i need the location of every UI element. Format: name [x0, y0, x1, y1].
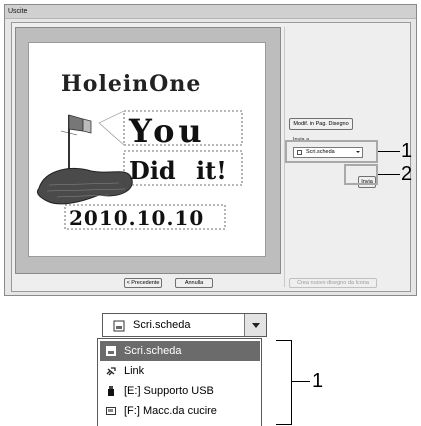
callout-number-1: 1 [401, 140, 413, 162]
chevron-down-icon[interactable] [244, 314, 266, 336]
callout-highlight-1 [285, 140, 378, 163]
modify-in-design-page-button[interactable]: Modif. in Pag. Disegno [289, 118, 353, 130]
callout-number-bottom: 1 [312, 370, 324, 392]
design-text-you: You [128, 112, 206, 150]
callout-leader-2 [378, 174, 400, 175]
design-preview: HoleinOne You Did it! 2010.10.10 [28, 42, 266, 257]
destination-selected-value: Scri.scheda [133, 319, 191, 331]
dropdown-option-link[interactable]: Link [100, 361, 260, 381]
embroidery-design: HoleinOne You Did it! 2010.10.10 [36, 71, 243, 230]
window-title: Uscite [5, 5, 416, 19]
callout-leader-bottom [292, 381, 310, 382]
dropdown-option-label: [F:] Macc.da cucire [124, 405, 217, 417]
callout-highlight-2 [344, 164, 378, 185]
dropdown-option-label: [E:] Supporto USB [124, 385, 214, 397]
cancel-button[interactable]: Annulla [175, 278, 213, 288]
design-text-it: it! [196, 156, 227, 185]
sewing-machine-icon [106, 407, 116, 415]
golf-green-shape [36, 168, 133, 205]
destination-dropdown-list: Scri.scheda Link [E:] Supporto USB [F:] … [97, 338, 262, 426]
card-writer-icon [106, 346, 116, 356]
card-writer-icon [113, 320, 125, 332]
dropdown-option-sewing-machine[interactable]: [F:] Macc.da cucire [100, 401, 260, 421]
previous-button[interactable]: < Precedente [124, 278, 162, 288]
usb-icon [108, 386, 114, 396]
dropdown-option-card-writer[interactable]: Scri.scheda [100, 341, 260, 361]
preview-frame: HoleinOne You Did it! 2010.10.10 [15, 27, 281, 274]
dropdown-option-label: Link [124, 365, 145, 377]
dropdown-option-label: Scri.scheda [124, 345, 182, 357]
callout-number-2: 2 [401, 163, 413, 185]
create-new-design-from-icon-button[interactable]: Crea nuovo disegno da Icona [289, 278, 377, 288]
destination-combobox-zoom[interactable]: Scri.scheda [102, 313, 267, 337]
callout-bracket-1 [276, 340, 292, 425]
design-text-date: 2010.10.10 [69, 206, 204, 230]
callout-leader-1 [378, 151, 400, 152]
link-icon [106, 367, 116, 376]
design-text-did: Did [129, 156, 176, 185]
dropdown-option-usb[interactable]: [E:] Supporto USB [100, 381, 260, 401]
design-text-holeinone: HoleinOne [61, 71, 201, 97]
